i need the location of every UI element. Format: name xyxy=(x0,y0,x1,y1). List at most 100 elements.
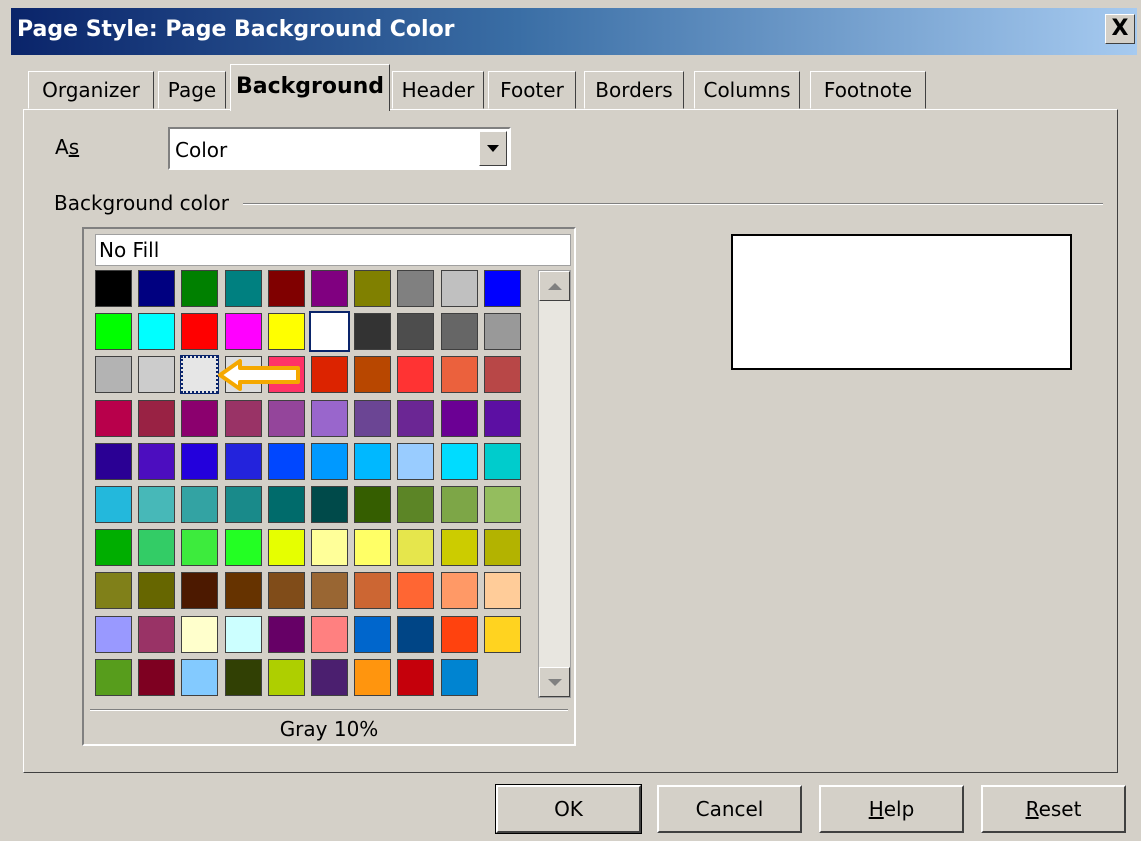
color-swatch[interactable] xyxy=(181,486,218,523)
color-swatch[interactable] xyxy=(354,486,391,523)
color-swatch[interactable] xyxy=(441,529,478,566)
color-swatch[interactable] xyxy=(268,659,305,696)
reset-button[interactable]: Reset xyxy=(981,785,1126,833)
color-swatch[interactable] xyxy=(95,443,132,480)
color-swatch[interactable] xyxy=(268,400,305,437)
color-swatch[interactable] xyxy=(484,313,521,350)
color-swatch[interactable] xyxy=(311,616,348,653)
color-swatch[interactable] xyxy=(484,400,521,437)
color-swatch[interactable] xyxy=(311,572,348,609)
color-swatch[interactable] xyxy=(441,400,478,437)
color-swatch[interactable] xyxy=(95,529,132,566)
color-swatch[interactable] xyxy=(354,529,391,566)
color-swatch[interactable] xyxy=(397,529,434,566)
color-swatch[interactable] xyxy=(441,486,478,523)
color-swatch[interactable] xyxy=(138,270,175,307)
color-swatch[interactable] xyxy=(397,356,434,393)
color-swatch[interactable] xyxy=(181,313,218,350)
color-swatch[interactable] xyxy=(397,270,434,307)
as-dropdown[interactable]: Color xyxy=(168,127,511,170)
tab-columns[interactable]: Columns xyxy=(694,71,800,109)
palette-scrollbar[interactable] xyxy=(538,270,571,698)
color-swatch[interactable] xyxy=(268,572,305,609)
color-swatch[interactable] xyxy=(181,529,218,566)
color-swatch[interactable] xyxy=(354,572,391,609)
color-swatch[interactable] xyxy=(397,572,434,609)
color-swatch[interactable] xyxy=(397,659,434,696)
scroll-down-arrow-icon[interactable] xyxy=(539,667,570,697)
color-swatch[interactable] xyxy=(397,616,434,653)
tab-footnote[interactable]: Footnote xyxy=(810,71,926,109)
color-swatch[interactable] xyxy=(397,486,434,523)
color-swatch[interactable] xyxy=(225,400,262,437)
color-swatch[interactable] xyxy=(311,400,348,437)
color-swatch[interactable] xyxy=(225,659,262,696)
color-swatch[interactable] xyxy=(181,270,218,307)
color-swatch[interactable] xyxy=(95,313,132,350)
color-swatch[interactable] xyxy=(311,486,348,523)
color-swatch[interactable] xyxy=(138,356,175,393)
color-swatch[interactable] xyxy=(138,313,175,350)
color-swatch[interactable] xyxy=(311,356,348,393)
color-swatch[interactable] xyxy=(225,270,262,307)
color-swatch[interactable] xyxy=(225,313,262,350)
color-swatch[interactable] xyxy=(484,270,521,307)
color-swatch[interactable] xyxy=(181,443,218,480)
color-swatch[interactable] xyxy=(138,443,175,480)
color-swatch[interactable] xyxy=(311,529,348,566)
color-swatch[interactable] xyxy=(268,616,305,653)
color-swatch[interactable] xyxy=(95,616,132,653)
color-swatch[interactable] xyxy=(484,443,521,480)
color-swatch[interactable] xyxy=(484,572,521,609)
color-swatch[interactable] xyxy=(180,355,219,394)
color-swatch[interactable] xyxy=(311,443,348,480)
tab-page[interactable]: Page xyxy=(158,71,226,109)
color-swatch[interactable] xyxy=(138,659,175,696)
color-swatch[interactable] xyxy=(441,616,478,653)
tab-background[interactable]: Background xyxy=(230,64,390,111)
color-swatch[interactable] xyxy=(268,529,305,566)
color-swatch[interactable] xyxy=(138,616,175,653)
color-swatch[interactable] xyxy=(181,400,218,437)
color-swatch[interactable] xyxy=(95,270,132,307)
color-swatch[interactable] xyxy=(441,356,478,393)
color-swatch[interactable] xyxy=(181,616,218,653)
color-swatch[interactable] xyxy=(484,356,521,393)
color-swatch[interactable] xyxy=(354,443,391,480)
color-swatch[interactable] xyxy=(397,400,434,437)
color-swatch[interactable] xyxy=(138,572,175,609)
color-swatch[interactable] xyxy=(95,659,132,696)
color-swatch[interactable] xyxy=(441,313,478,350)
color-swatch[interactable] xyxy=(138,486,175,523)
no-fill-option[interactable]: No Fill xyxy=(95,234,571,266)
color-swatch[interactable] xyxy=(397,313,434,350)
color-swatch[interactable] xyxy=(181,572,218,609)
color-swatch[interactable] xyxy=(225,572,262,609)
color-swatch[interactable] xyxy=(397,443,434,480)
color-swatch[interactable] xyxy=(354,659,391,696)
color-swatch[interactable] xyxy=(95,486,132,523)
color-swatch[interactable] xyxy=(484,616,521,653)
tab-borders[interactable]: Borders xyxy=(584,71,684,109)
color-swatch[interactable] xyxy=(225,443,262,480)
color-swatch[interactable] xyxy=(268,443,305,480)
color-swatch[interactable] xyxy=(95,356,132,393)
color-swatch[interactable] xyxy=(354,313,391,350)
color-swatch[interactable] xyxy=(354,270,391,307)
color-swatch[interactable] xyxy=(441,572,478,609)
color-swatch[interactable] xyxy=(309,311,350,352)
color-swatch[interactable] xyxy=(354,356,391,393)
chevron-down-icon[interactable] xyxy=(479,131,507,166)
color-swatch[interactable] xyxy=(441,659,478,696)
color-swatch[interactable] xyxy=(354,400,391,437)
color-swatch[interactable] xyxy=(95,572,132,609)
color-swatch[interactable] xyxy=(441,443,478,480)
color-swatch[interactable] xyxy=(311,270,348,307)
color-swatch[interactable] xyxy=(225,529,262,566)
tab-footer[interactable]: Footer xyxy=(488,71,576,109)
color-swatch[interactable] xyxy=(311,659,348,696)
color-swatch[interactable] xyxy=(484,486,521,523)
color-swatch[interactable] xyxy=(268,486,305,523)
color-swatch[interactable] xyxy=(95,400,132,437)
cancel-button[interactable]: Cancel xyxy=(657,785,802,833)
